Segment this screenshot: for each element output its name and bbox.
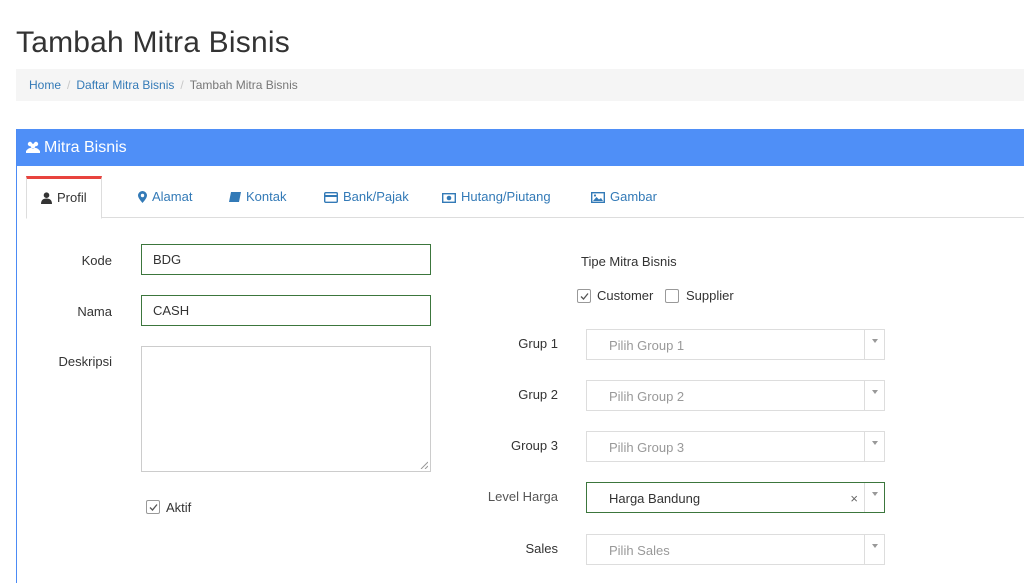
panel-heading: Mitra Bisnis [17, 129, 1024, 166]
tab-gambar[interactable]: Gambar [590, 176, 657, 218]
dropdown-arrow[interactable] [864, 483, 884, 512]
clear-selection-icon[interactable]: × [850, 483, 858, 514]
tab-hutang-piutang[interactable]: Hutang/Piutang [441, 176, 551, 218]
aktif-label: Aktif [166, 500, 192, 515]
tipe-mitra-bisnis-title: Tipe Mitra Bisnis [581, 254, 677, 269]
aktif-checkbox[interactable] [146, 500, 160, 514]
checkmark-icon [149, 504, 158, 511]
group3-label: Group 3 [511, 438, 558, 453]
supplier-checkbox[interactable] [665, 289, 679, 303]
grup2-label: Grup 2 [518, 387, 558, 402]
supplier-label: Supplier [686, 288, 734, 303]
sales-placeholder: Pilih Sales [609, 543, 670, 558]
tab-label: Kontak [246, 189, 287, 204]
page-title: Tambah Mitra Bisnis [16, 26, 290, 59]
grup2-select[interactable]: Pilih Group 2 [586, 380, 885, 411]
breadcrumb: Home / Daftar Mitra Bisnis / Tambah Mitra Bi… [16, 69, 1024, 101]
grup1-placeholder: Pilih Group 1 [609, 338, 685, 353]
tab-label: Bank/Pajak [343, 189, 409, 204]
checkmark-icon [580, 293, 589, 300]
caret-down-icon [872, 339, 878, 343]
grup1-label: Grup 1 [518, 336, 558, 351]
sales-select[interactable]: Pilih Sales [586, 534, 885, 565]
caret-down-icon [872, 544, 878, 548]
kode-input[interactable]: BDG [141, 244, 431, 275]
group3-select[interactable]: Pilih Group 3 [586, 431, 885, 462]
breadcrumb-list-link[interactable]: Daftar Mitra Bisnis [76, 78, 174, 92]
money-icon [441, 189, 461, 204]
level-harga-value: Harga Bandung [609, 491, 701, 506]
tab-label: Alamat [152, 189, 193, 204]
grup1-select[interactable]: Pilih Group 1 [586, 329, 885, 360]
tab-profil[interactable]: Profil [26, 176, 102, 219]
deskripsi-label: Deskripsi [58, 354, 112, 369]
breadcrumb-home-link[interactable]: Home [29, 78, 61, 92]
caret-down-icon [872, 390, 878, 394]
nama-input[interactable]: CASH [141, 295, 431, 326]
deskripsi-textarea[interactable] [141, 346, 431, 472]
dropdown-arrow[interactable] [864, 381, 884, 410]
level-harga-select[interactable]: Harga Bandung × [586, 482, 885, 513]
tab-label: Hutang/Piutang [461, 189, 551, 204]
tab-kontak[interactable]: Kontak [229, 176, 286, 218]
customer-label: Customer [597, 288, 654, 303]
kode-label: Kode [81, 253, 112, 268]
group3-placeholder: Pilih Group 3 [609, 440, 685, 455]
dropdown-arrow[interactable] [864, 535, 884, 564]
panel-title: Mitra Bisnis [44, 139, 127, 156]
breadcrumb-current: Tambah Mitra Bisnis [189, 78, 298, 92]
caret-down-icon [872, 492, 878, 496]
breadcrumb-separator: / [67, 78, 71, 92]
map-marker-icon [138, 189, 152, 204]
tab-bank-pajak[interactable]: Bank/Pajak [323, 176, 409, 218]
level-harga-label: Level Harga [487, 489, 558, 504]
breadcrumb-separator: / [180, 78, 184, 92]
dropdown-arrow[interactable] [864, 330, 884, 359]
nama-label: Nama [77, 304, 112, 319]
caret-down-icon [872, 441, 878, 445]
book-icon [229, 189, 246, 204]
credit-card-icon [323, 189, 343, 204]
tab-label: Gambar [610, 189, 657, 204]
customer-checkbox[interactable] [577, 289, 591, 303]
image-icon [590, 189, 610, 204]
users-icon [26, 139, 44, 156]
tab-bar: Profil Alamat Kontak Bank/Pajak Hutang/P… [26, 176, 1024, 219]
grup2-placeholder: Pilih Group 2 [609, 389, 685, 404]
tab-label: Profil [57, 190, 87, 205]
sales-label: Sales [525, 541, 558, 556]
user-icon [41, 190, 57, 205]
tab-alamat[interactable]: Alamat [138, 176, 192, 218]
resize-handle-icon[interactable] [420, 461, 428, 469]
dropdown-arrow[interactable] [864, 432, 884, 461]
